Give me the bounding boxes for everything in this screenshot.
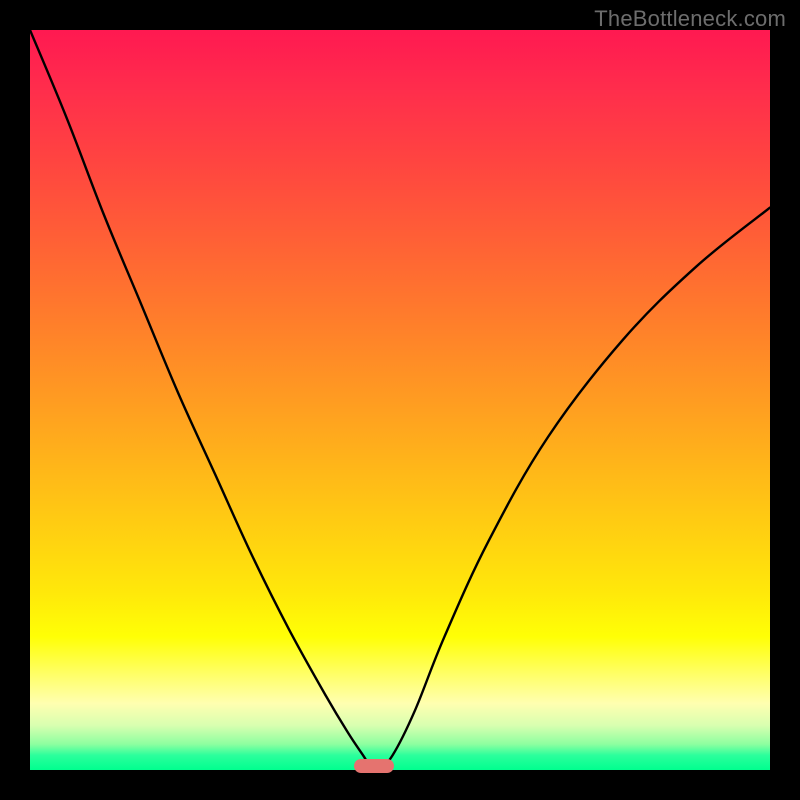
optimum-marker xyxy=(354,759,394,773)
chart-frame: TheBottleneck.com xyxy=(0,0,800,800)
plot-area xyxy=(30,30,770,770)
bottleneck-curve xyxy=(30,30,770,770)
watermark-text: TheBottleneck.com xyxy=(594,6,786,32)
